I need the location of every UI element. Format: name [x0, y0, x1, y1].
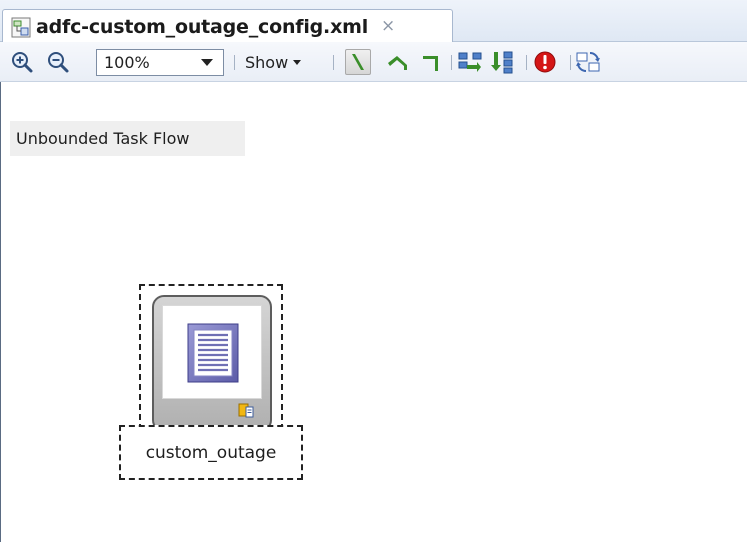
straight-connector-icon[interactable] [345, 49, 371, 75]
view-badge-icon [238, 402, 254, 422]
view-activity-body [162, 305, 262, 399]
error-icon[interactable] [532, 49, 558, 75]
refresh-icon[interactable] [576, 49, 602, 75]
close-icon[interactable]: × [381, 18, 395, 35]
toolbar-separator [451, 55, 452, 70]
toolbar-separator [526, 55, 527, 70]
show-menu-label: Show [245, 52, 289, 72]
orthogonal-connector-icon[interactable] [418, 49, 444, 75]
task-flow-title: Unbounded Task Flow [10, 121, 245, 156]
chevron-down-icon[interactable] [201, 59, 213, 66]
zoom-out-icon[interactable] [45, 49, 71, 75]
layout-horizontal-icon[interactable] [457, 49, 483, 75]
canvas-border [0, 82, 1, 542]
toolbar-separator [570, 55, 571, 70]
toolbar-separator [234, 55, 235, 70]
chevron-down-icon [293, 59, 302, 65]
diagram-toolbar: 100% Show [0, 42, 747, 82]
editor-tab[interactable]: adfc-custom_outage_config.xml × [2, 9, 453, 43]
page-document-icon [187, 323, 239, 387]
editor-tab-strip: adfc-custom_outage_config.xml × [0, 0, 747, 43]
layout-vertical-icon[interactable] [491, 49, 517, 75]
zoom-in-icon[interactable] [9, 49, 35, 75]
view-activity-node[interactable] [152, 295, 272, 432]
tab-title: adfc-custom_outage_config.xml [36, 15, 369, 38]
zoom-level-select[interactable]: 100% [96, 49, 224, 76]
angled-connector-icon[interactable] [385, 49, 411, 75]
zoom-level-value: 100% [104, 53, 150, 72]
activity-label[interactable]: custom_outage [119, 425, 303, 480]
toolbar-separator [333, 55, 334, 70]
show-menu-button[interactable]: Show [245, 50, 302, 74]
xml-diagram-file-icon [11, 16, 33, 38]
